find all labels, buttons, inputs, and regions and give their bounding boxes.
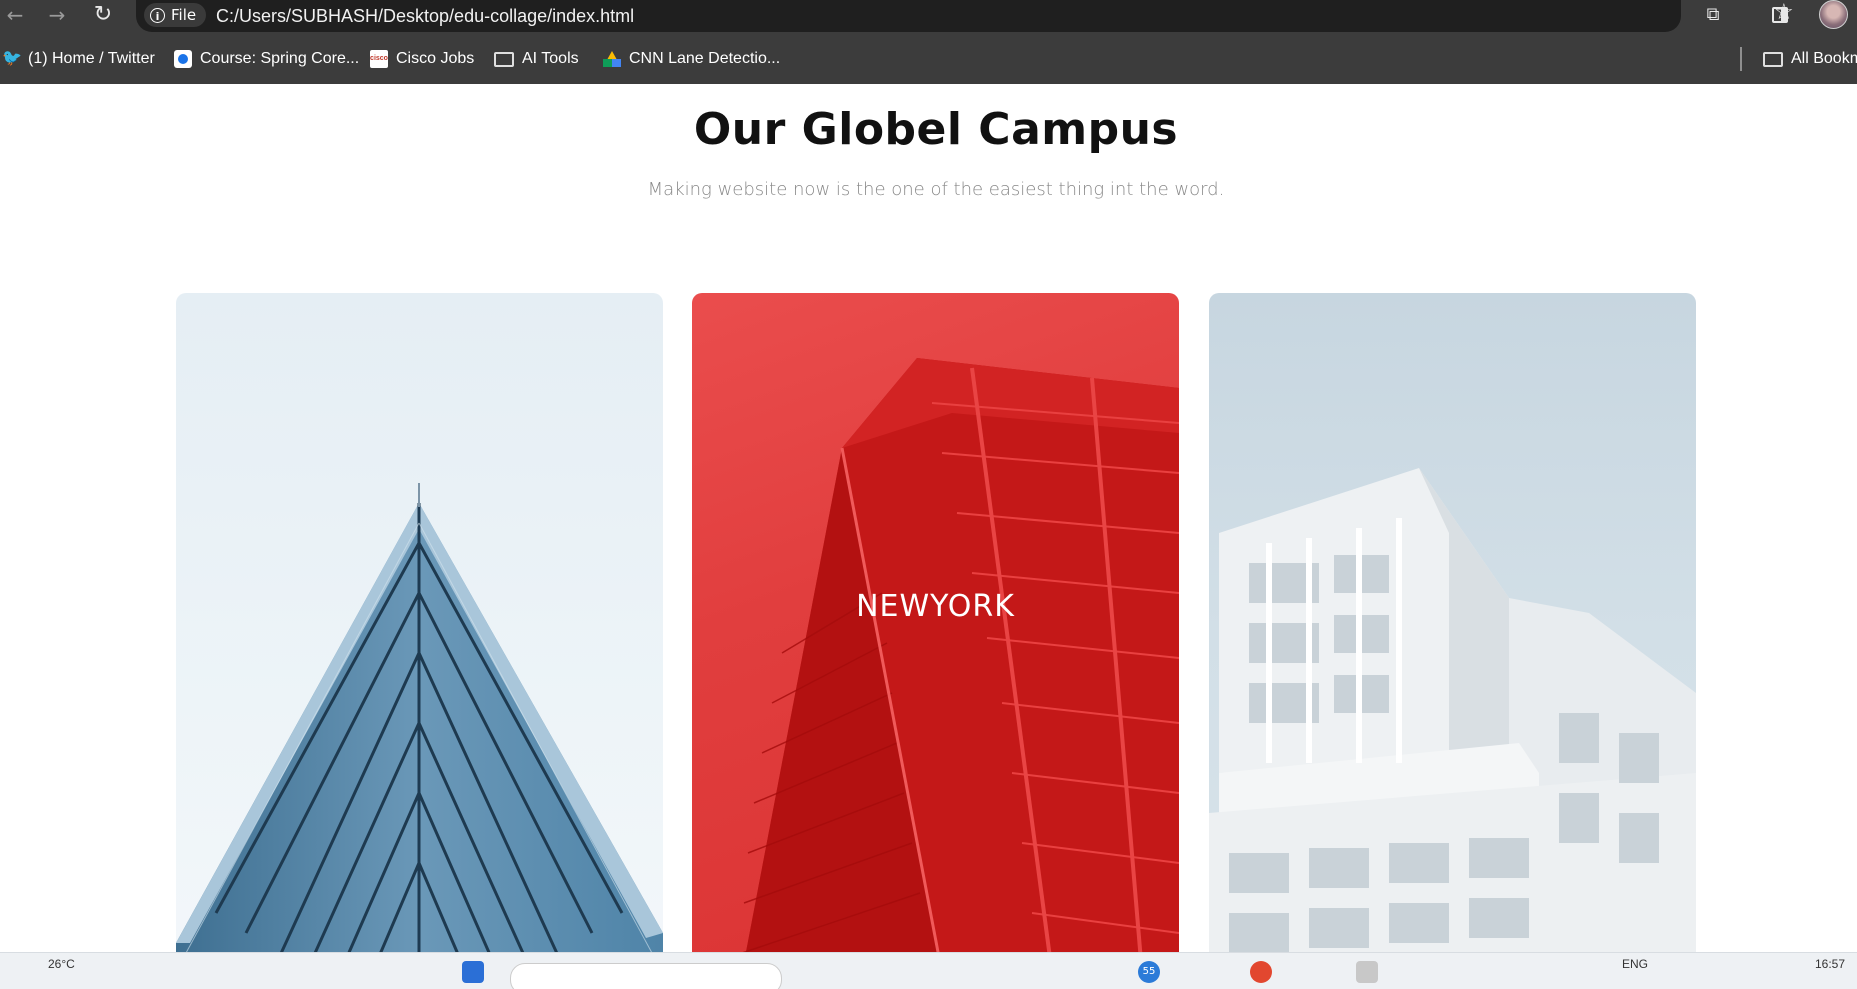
bookmarks-bar: 🐦 (1) Home / Twitter Course: Spring Core…	[0, 34, 1857, 84]
clock[interactable]: 16:57	[1815, 957, 1845, 971]
bookmark-label: AI Tools	[522, 50, 579, 67]
bookmark-cisco-jobs[interactable]: cisco Cisco Jobs	[370, 48, 474, 70]
site-info-chip[interactable]: i File	[144, 3, 207, 27]
campus-card-1[interactable]	[176, 293, 663, 973]
os-taskbar: 26°C 55 ENG 16:57	[0, 952, 1857, 989]
taskbar-app-icon[interactable]	[462, 961, 484, 983]
campus-card-2[interactable]: NEWYORK	[692, 293, 1179, 973]
glass-building-image	[176, 483, 663, 973]
extensions-icon[interactable]: ⧉	[1702, 4, 1724, 26]
red-building-image	[741, 358, 1179, 973]
page-title: Our Globel Campus	[693, 104, 1179, 155]
bookmark-label: CNN Lane Detectio...	[629, 50, 781, 67]
white-building-image	[1209, 468, 1696, 973]
reload-icon[interactable]: ↻	[90, 2, 116, 28]
language-indicator[interactable]: ENG	[1622, 957, 1648, 971]
course-icon	[174, 50, 192, 68]
folder-icon	[494, 51, 514, 67]
site-chip-label: File	[171, 6, 197, 24]
address-bar[interactable]: i File C:/Users/SUBHASH/Desktop/edu-coll…	[136, 0, 1794, 32]
browser-toolbar: ← → ↻ i File C:/Users/SUBHASH/Desktop/ed…	[0, 0, 1857, 34]
bookmark-ai-tools[interactable]: AI Tools	[494, 48, 579, 70]
all-bookmarks-button[interactable]: All Bookm	[1763, 48, 1857, 70]
weather-temp[interactable]: 26°C	[48, 957, 75, 971]
all-bookmarks-label: All Bookm	[1791, 50, 1857, 67]
cisco-icon: cisco	[370, 50, 388, 68]
taskbar-app-icon[interactable]	[1250, 961, 1272, 983]
bookmark-cnn-lane[interactable]: CNN Lane Detectio...	[603, 48, 780, 70]
back-arrow-icon[interactable]: ←	[2, 2, 28, 28]
bookmark-label: Course: Spring Core...	[200, 50, 360, 67]
forward-arrow-icon[interactable]: →	[44, 2, 70, 28]
side-panel-icon[interactable]	[1769, 4, 1791, 26]
notification-badge[interactable]: 55	[1138, 961, 1160, 983]
url-text[interactable]: C:/Users/SUBHASH/Desktop/edu-collage/ind…	[216, 4, 634, 28]
folder-icon	[1763, 51, 1783, 67]
bookmark-label: (1) Home / Twitter	[28, 50, 155, 67]
profile-avatar[interactable]	[1819, 0, 1848, 29]
info-icon: i	[150, 7, 165, 23]
twitter-icon: 🐦	[2, 50, 22, 67]
taskbar-search[interactable]	[510, 963, 782, 989]
card-label: NEWYORK	[856, 589, 1015, 624]
taskbar-app-icon[interactable]	[1356, 961, 1378, 983]
campus-card-3[interactable]	[1209, 293, 1696, 973]
bookmarks-divider	[1740, 47, 1742, 71]
bookmark-twitter[interactable]: 🐦 (1) Home / Twitter	[2, 48, 155, 70]
bookmark-label: Cisco Jobs	[396, 50, 475, 67]
page-subtitle: Making website now is the one of the eas…	[647, 179, 1225, 200]
google-drive-icon	[603, 51, 621, 67]
bookmark-course[interactable]: Course: Spring Core...	[174, 48, 359, 70]
